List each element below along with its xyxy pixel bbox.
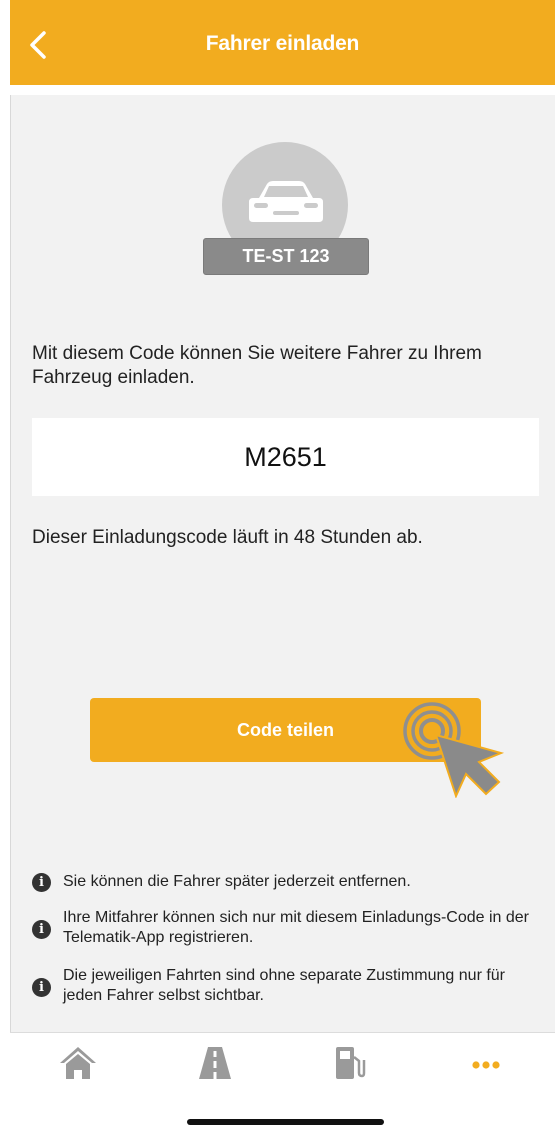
tab-trips[interactable]	[195, 1043, 235, 1083]
info-text: Die jeweiligen Fahrten sind ohne separat…	[63, 967, 506, 1004]
invite-expiry-text: Dieser Einladungscode läuft in 48 Stunde…	[32, 527, 423, 548]
header-bar: Fahrer einladen	[10, 0, 555, 85]
home-icon	[60, 1047, 96, 1079]
info-icon: i	[32, 873, 51, 892]
tab-fuel[interactable]	[329, 1043, 369, 1083]
license-plate-badge: TE-ST 123	[203, 238, 369, 275]
car-icon	[249, 181, 323, 222]
invite-code-box: M2651	[32, 418, 539, 496]
tab-home[interactable]	[58, 1043, 98, 1083]
share-code-label: Code teilen	[236, 719, 334, 740]
info-text: Ihre Mitfahrer können sich nur mit diese…	[63, 909, 530, 946]
tap-cursor-icon	[403, 702, 505, 798]
invite-code: M2651	[244, 441, 327, 472]
page-title: Fahrer einladen	[205, 32, 360, 55]
fuel-icon	[336, 1047, 366, 1079]
header-divider	[10, 85, 555, 95]
road-icon	[199, 1047, 231, 1079]
info-icon: i	[32, 978, 51, 997]
info-icon: i	[32, 920, 51, 939]
home-indicator	[187, 1119, 384, 1125]
more-icon	[472, 1061, 500, 1069]
invite-description: Mit diesem Code können Sie weitere Fahre…	[32, 343, 482, 388]
info-text: Sie können die Fahrer später jederzeit e…	[63, 873, 411, 890]
tab-more[interactable]	[466, 1043, 506, 1083]
